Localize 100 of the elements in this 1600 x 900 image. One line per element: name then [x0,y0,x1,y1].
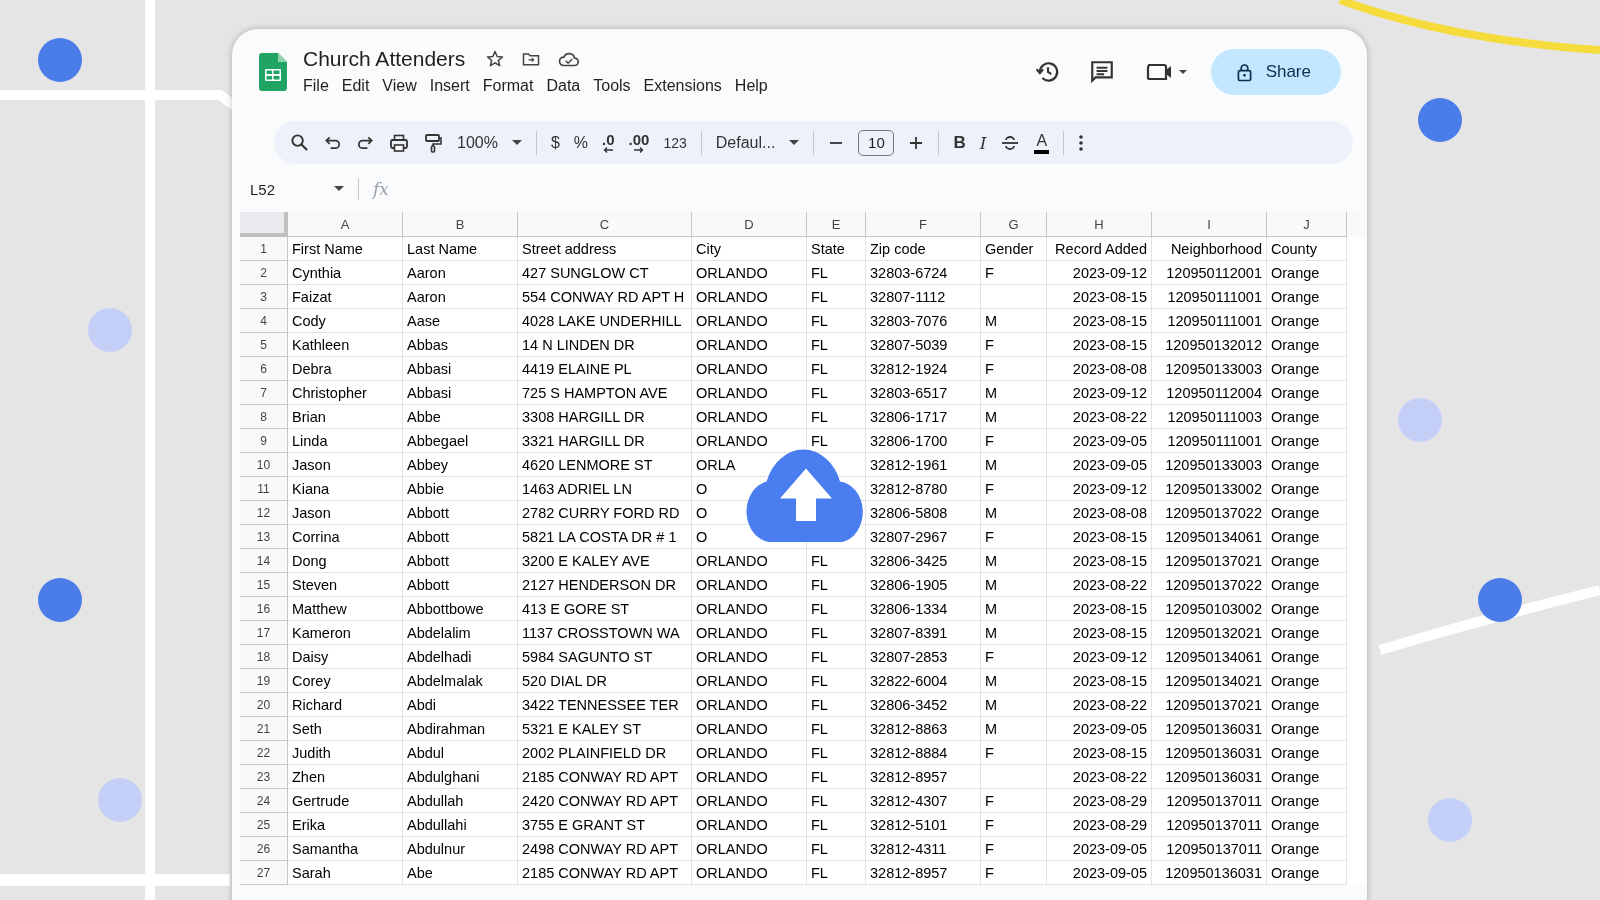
italic-button[interactable]: I [979,132,987,153]
table-cell: 2023-08-15 [1047,285,1152,309]
table-cell: Abdulghani [403,765,518,789]
menu-item[interactable]: Insert [423,75,476,97]
column-header[interactable]: E [807,212,866,237]
table-cell: Christopher [288,381,403,405]
increase-decimal-button[interactable]: .00 [628,132,650,153]
font-size-field[interactable]: 10 [858,129,895,156]
row-header[interactable]: 12 [240,501,288,525]
row-header[interactable]: 27 [240,861,288,885]
table-cell: Brian [288,405,403,429]
paint-format-icon[interactable] [423,132,443,153]
table-cell: 120950133003 [1152,453,1267,477]
search-icon[interactable] [290,133,309,152]
row-header[interactable]: 25 [240,813,288,837]
table-cell: ORLANDO [692,285,807,309]
menu-item[interactable]: Data [540,75,587,97]
table-cell: 2023-09-05 [1047,861,1152,885]
row-header[interactable]: 16 [240,597,288,621]
table-cell: M [981,669,1047,693]
share-button[interactable]: Share [1210,49,1341,95]
row-header[interactable]: 23 [240,765,288,789]
row-header[interactable]: 13 [240,525,288,549]
currency-format-button[interactable]: $ [550,133,560,152]
row-header[interactable]: 4 [240,309,288,333]
table-cell: 725 S HAMPTON AVE [518,381,692,405]
text-color-button[interactable]: A [1034,131,1050,154]
row-header[interactable]: 19 [240,669,288,693]
table-cell: 32803-7076 [866,309,981,333]
row-header[interactable]: 11 [240,477,288,501]
row-header[interactable]: 21 [240,717,288,741]
table-cell: Kathleen [288,333,403,357]
table-cell: Zhen [288,765,403,789]
row-header[interactable]: 20 [240,693,288,717]
menu-item[interactable]: Edit [335,75,376,97]
menu-item[interactable]: View [376,75,423,97]
menu-item[interactable]: Format [476,75,540,97]
menu-item[interactable]: Extensions [637,75,728,97]
percent-format-button[interactable]: % [573,133,589,152]
table-cell: M [981,717,1047,741]
row-header[interactable]: 5 [240,333,288,357]
column-header[interactable]: D [692,212,807,237]
column-header[interactable]: G [981,212,1047,237]
row-header[interactable]: 3 [240,285,288,309]
row-header[interactable]: 17 [240,621,288,645]
table-cell: Orange [1267,429,1347,453]
column-header[interactable]: B [403,212,518,237]
row-header[interactable]: 8 [240,405,288,429]
table-cell: Orange [1267,621,1347,645]
menu-item[interactable]: Help [728,75,774,97]
more-icon[interactable] [1078,132,1085,153]
table-cell: 32807-1112 [866,285,981,309]
star-icon[interactable] [485,49,506,69]
name-box[interactable]: L52 [250,180,344,198]
document-title[interactable]: Church Attenders [303,47,466,71]
menu-item[interactable]: File [303,75,335,97]
column-header[interactable]: H [1047,212,1152,237]
row-header[interactable]: 9 [240,429,288,453]
table-cell: FL [807,669,866,693]
row-header[interactable]: 7 [240,381,288,405]
table-cell: Abbie [403,477,518,501]
table-cell: 413 E GORE ST [518,597,692,621]
menu-item[interactable]: Tools [587,75,637,97]
row-header[interactable]: 15 [240,573,288,597]
table-cell: Orange [1267,285,1347,309]
table-cell: Abdullahi [403,813,518,837]
row-header[interactable]: 26 [240,837,288,861]
table-cell: 2023-09-05 [1047,837,1152,861]
column-header[interactable]: A [288,212,403,237]
table-cell: 2023-09-05 [1047,717,1152,741]
row-header[interactable]: 18 [240,645,288,669]
table-cell: Corrina [288,525,403,549]
row-header[interactable]: 14 [240,549,288,573]
column-header[interactable]: F [866,212,981,237]
comment-icon[interactable] [1088,59,1115,85]
row-header[interactable]: 10 [240,453,288,477]
table-cell: 2023-08-15 [1047,549,1152,573]
column-header[interactable]: C [518,212,692,237]
font-dropdown[interactable]: Defaul... [715,133,800,152]
table-cell: Abbe [403,405,518,429]
row-header[interactable]: 1 [240,237,288,261]
row-header[interactable]: 6 [240,357,288,381]
table-cell: Abdullah [403,789,518,813]
history-icon[interactable] [1034,59,1061,85]
plus-icon[interactable] [908,134,925,151]
row-header[interactable]: 2 [240,261,288,285]
table-cell: Orange [1267,309,1347,333]
column-header[interactable]: I [1152,212,1267,237]
row-header[interactable]: 22 [240,741,288,765]
bold-button[interactable]: B [953,132,966,153]
table-cell: Abdelhadi [403,645,518,669]
table-cell: 32807-2967 [866,525,981,549]
decrease-decimal-button[interactable]: .0 [602,132,615,153]
table-cell: 3422 TENNESSEE TER [518,693,692,717]
print-icon[interactable] [389,132,409,153]
table-cell: 120950136031 [1152,765,1267,789]
number-format-button[interactable]: 123 [663,134,687,151]
row-header[interactable]: 24 [240,789,288,813]
zoom-dropdown[interactable]: 100% [457,133,522,152]
column-header[interactable]: J [1267,212,1347,237]
